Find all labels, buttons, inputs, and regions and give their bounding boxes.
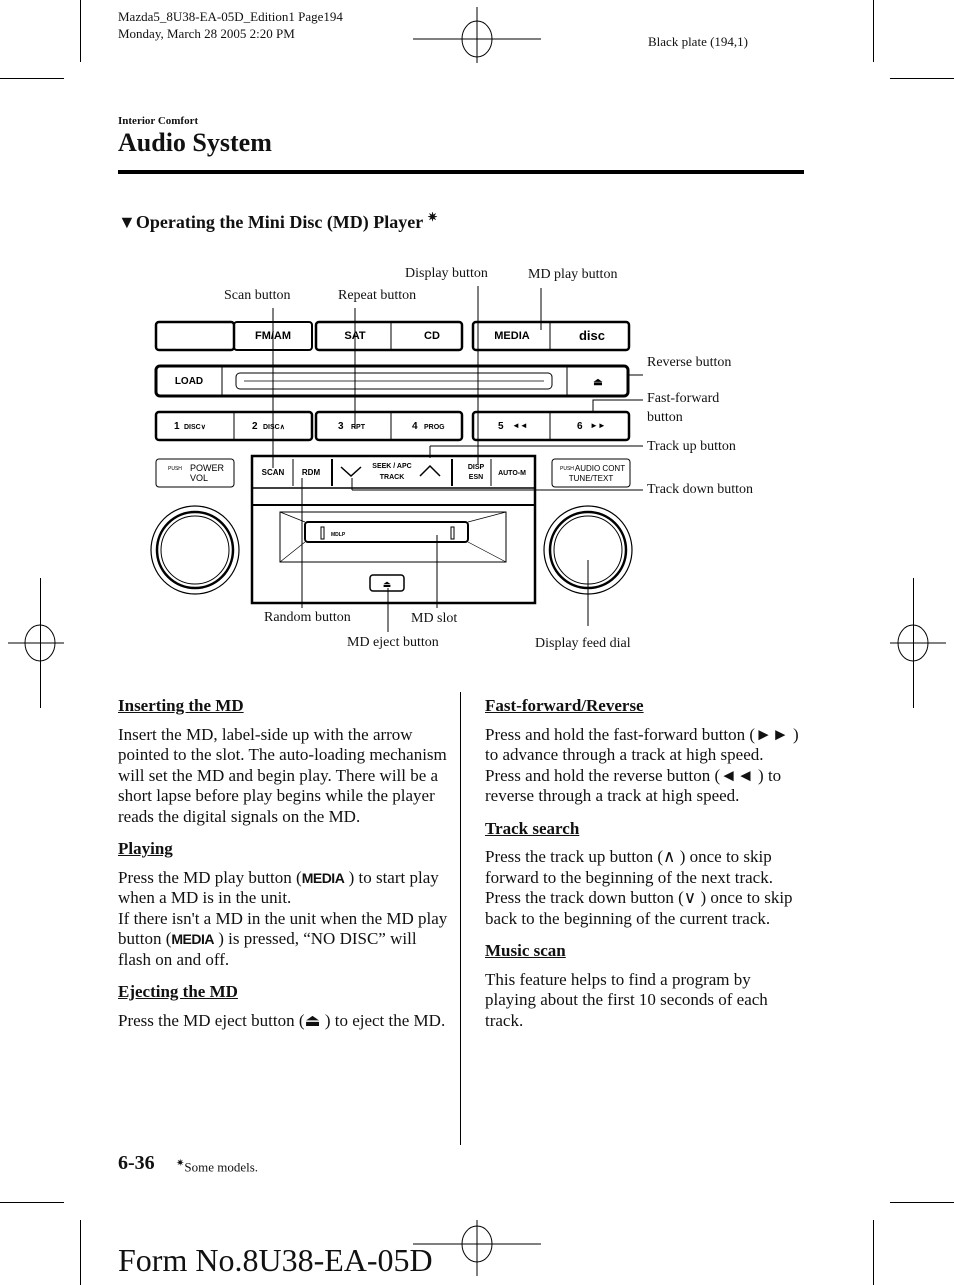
vol-label: VOL (190, 473, 208, 483)
paragraph-inserting: Insert the MD, label-side up with the ar… (118, 724, 447, 826)
disp-label: DISP (468, 464, 485, 471)
form-number: Form No.8U38-EA-05D (118, 1242, 433, 1278)
text: Press and hold the reverse button ( (485, 765, 721, 785)
text: Press the track up button ( (485, 847, 663, 866)
seek-apc-label: SEEK / APC (372, 463, 411, 470)
heading-track-search: Track search (485, 818, 580, 838)
paragraph-music-scan: This feature helps to find a program by … (485, 969, 768, 1030)
heading-inserting-the-md: Inserting the MD (118, 696, 244, 715)
heading-ejecting-the-md: Ejecting the MD (118, 982, 238, 1001)
heading-fast-forward-reverse: Fast-forward/Reverse (485, 696, 644, 715)
rpt-label: RPT (351, 424, 366, 431)
disc-down-label: DISC∨ (184, 424, 206, 431)
auto-m-label: AUTO-M (498, 470, 526, 477)
heading-music-scan: Music scan (485, 941, 566, 960)
paragraph-ejecting: Press the MD eject button (⏏ ) to eject … (118, 1011, 448, 1032)
fast-forward-icon: ►► (590, 421, 606, 430)
power-label: POWER (190, 463, 225, 473)
md-slot-housing (279, 511, 507, 563)
preset-1-label: 1 (174, 421, 180, 432)
media-label: MEDIA (494, 330, 530, 342)
tune-text-label: TUNE/TEXT (569, 474, 614, 483)
load-label: LOAD (175, 376, 203, 387)
column-divider (460, 692, 461, 1144)
page-number: 6-36 (118, 1152, 155, 1174)
fm-am-label: FM/AM (255, 330, 291, 342)
chevron-down-icon: ∨ (683, 888, 697, 907)
preset-5-label: 5 (498, 421, 504, 432)
left-column: Inserting the MD Insert the MD, label-si… (118, 696, 448, 1043)
sat-cd-group (314, 320, 464, 352)
preset-2-label: 2 (252, 421, 258, 432)
md-slot (304, 521, 469, 543)
mdlp-label: MDLP (331, 532, 346, 538)
compact-disc-logo: disc (579, 328, 605, 343)
scan-label: SCAN (262, 468, 285, 477)
track-label: TRACK (380, 474, 405, 481)
eject-icon: ⏏ (593, 377, 603, 388)
text: Press the MD eject button ( (118, 1010, 305, 1030)
paragraph-playing: Press the MD play button (MEDIA ) to sta… (118, 868, 448, 971)
rdm-label: RDM (302, 468, 321, 477)
cd-label: CD (424, 330, 440, 342)
audio-cont-label: AUDIO CONT (575, 464, 625, 473)
heading-playing: Playing (118, 839, 173, 858)
text: Press and hold the fast-forward button ( (485, 724, 756, 744)
preset-4-label: 4 (412, 421, 418, 432)
chevron-up-icon: ∧ (663, 847, 676, 866)
reverse-icon: ◄◄ (720, 765, 754, 785)
blank-button (154, 320, 236, 352)
text: Press the MD play button ( (118, 867, 302, 887)
power-volume-knob (150, 505, 240, 595)
footnote: ✷Some models. (176, 1158, 258, 1175)
paragraph-track-search: Press the track up button (∧ ) once to s… (485, 847, 805, 929)
disc-up-label: DISC∧ (263, 424, 285, 431)
power-push-label: PUSH (168, 466, 182, 472)
text: ) to eject the MD. (320, 1010, 446, 1030)
md-eject-icon: ⏏ (383, 579, 392, 589)
eject-icon: ⏏ (304, 1010, 321, 1030)
esn-label: ESN (469, 474, 483, 481)
paragraph-fast-forward: Press and hold the fast-forward button (… (485, 725, 805, 807)
media-button-icon: MEDIA (301, 869, 345, 886)
fast-forward-icon: ►► (755, 724, 789, 744)
prog-label: PROG (424, 424, 445, 431)
media-button-icon: MEDIA (171, 931, 214, 947)
text: Press the track down button ( (485, 888, 684, 907)
right-column: Fast-forward/Reverse Press and hold the … (485, 696, 805, 1043)
audio-push-label: PUSH (560, 466, 574, 472)
preset-6-label: 6 (577, 421, 583, 432)
reverse-icon: ◄◄ (512, 421, 528, 430)
audio-unit-diagram: FM/AM SAT CD MEDIA disc LOAD ⏏ 1 DISC∨ 2… (150, 286, 643, 632)
footnote-text: Some models. (184, 1159, 259, 1175)
preset-3-label: 3 (338, 421, 344, 432)
sat-label: SAT (344, 330, 365, 342)
